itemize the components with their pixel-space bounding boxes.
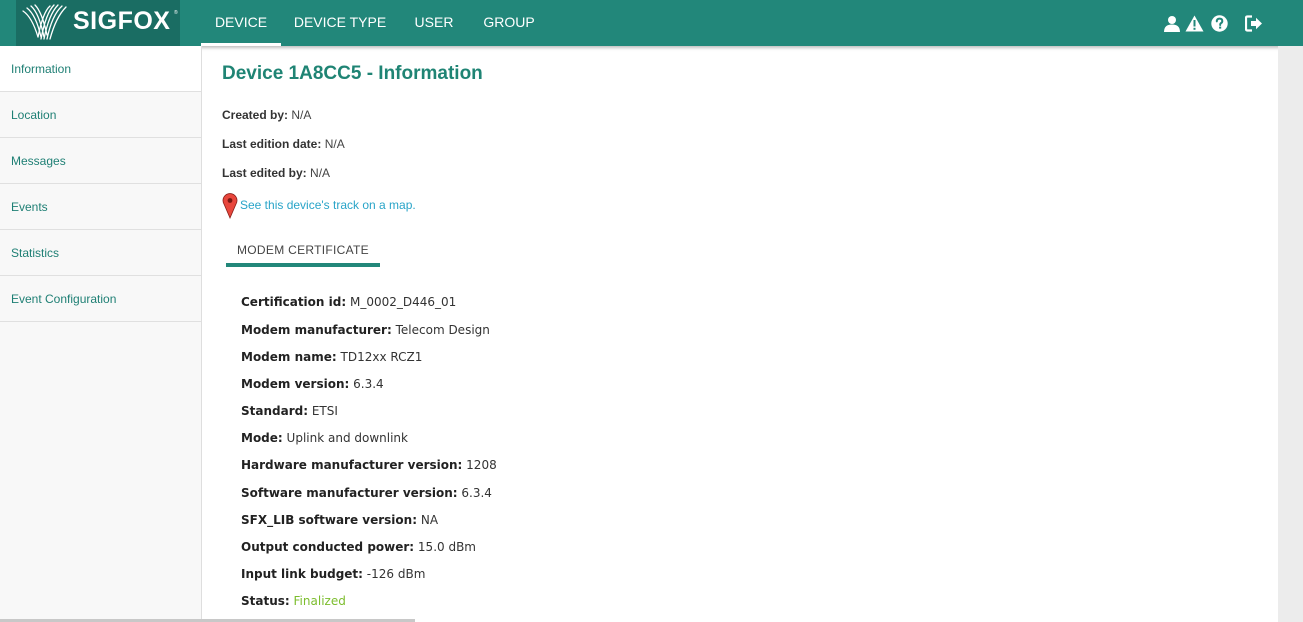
logout-icon[interactable] bbox=[1245, 15, 1263, 32]
cert-row: Standard: ETSI bbox=[241, 404, 338, 418]
cert-value: TD12xx RCZ1 bbox=[340, 350, 423, 364]
meta-value: N/A bbox=[324, 137, 345, 151]
cert-row: Modem name: TD12xx RCZ1 bbox=[241, 350, 422, 364]
meta-value: N/A bbox=[310, 166, 331, 180]
nav-tab-device-type[interactable]: DEVICE TYPE bbox=[288, 0, 392, 46]
sigfox-logo[interactable]: SIGFOX ® bbox=[16, 0, 180, 46]
meta-value: N/A bbox=[291, 108, 312, 122]
cert-label: Modem version: bbox=[241, 377, 350, 391]
sidebar: Information Location Messages Events Sta… bbox=[0, 46, 202, 622]
meta-last-edition-date: Last edition date: N/A bbox=[222, 137, 345, 151]
meta-label: Last edited by: bbox=[222, 166, 307, 180]
cert-row: Modem manufacturer: Telecom Design bbox=[241, 323, 490, 337]
meta-label: Created by: bbox=[222, 108, 289, 122]
nav-tab-group[interactable]: GROUP bbox=[478, 0, 540, 46]
cert-value: -126 dBm bbox=[366, 567, 426, 581]
nav-tab-user[interactable]: USER bbox=[410, 0, 458, 46]
cert-value: Uplink and downlink bbox=[286, 431, 408, 445]
cert-label: Certification id: bbox=[241, 295, 347, 309]
cert-label: Standard: bbox=[241, 404, 309, 418]
page-gutter bbox=[1278, 46, 1303, 622]
cert-value: 6.3.4 bbox=[353, 377, 384, 391]
status-value: Finalized bbox=[293, 594, 346, 608]
cert-label: Input link budget: bbox=[241, 567, 363, 581]
top-navigation-bar: SIGFOX ® DEVICE DEVICE TYPE USER GROUP bbox=[0, 0, 1303, 46]
cert-value: 15.0 dBm bbox=[417, 540, 476, 554]
cert-value: NA bbox=[420, 513, 439, 527]
cert-label: Status: bbox=[241, 594, 290, 608]
cert-row: Software manufacturer version: 6.3.4 bbox=[241, 486, 492, 500]
warning-icon[interactable] bbox=[1185, 15, 1204, 32]
cert-value: ETSI bbox=[311, 404, 338, 418]
meta-created-by: Created by: N/A bbox=[222, 108, 311, 122]
map-link-row[interactable]: See this device's track on a map. bbox=[222, 193, 416, 224]
cert-label: Modem manufacturer: bbox=[241, 323, 392, 337]
cert-value: M_0002_D446_01 bbox=[349, 295, 457, 309]
cert-row: Modem version: 6.3.4 bbox=[241, 377, 384, 391]
logo-trademark: ® bbox=[174, 10, 178, 16]
nav-tab-device[interactable]: DEVICE bbox=[201, 0, 281, 46]
sidebar-item-event-configuration[interactable]: Event Configuration bbox=[0, 276, 201, 322]
map-track-link[interactable]: See this device's track on a map. bbox=[240, 198, 416, 212]
logo-text: SIGFOX bbox=[73, 7, 171, 35]
sidebar-item-location[interactable]: Location bbox=[0, 92, 201, 138]
map-pin-icon[interactable] bbox=[222, 193, 238, 220]
user-icon[interactable] bbox=[1164, 15, 1180, 32]
cert-label: SFX_LIB software version: bbox=[241, 513, 418, 527]
help-icon[interactable] bbox=[1211, 15, 1228, 32]
cert-value: Telecom Design bbox=[395, 323, 490, 337]
sidebar-item-statistics[interactable]: Statistics bbox=[0, 230, 201, 276]
tab-modem-certificate[interactable]: MODEM CERTIFICATE bbox=[226, 240, 380, 267]
sidebar-item-messages[interactable]: Messages bbox=[0, 138, 201, 184]
meta-label: Last edition date: bbox=[222, 137, 322, 151]
page-title: Device 1A8CC5 - Information bbox=[222, 63, 483, 84]
cert-label: Software manufacturer version: bbox=[241, 486, 458, 500]
cert-row: Input link budget: -126 dBm bbox=[241, 567, 425, 581]
cert-label: Modem name: bbox=[241, 350, 337, 364]
cert-row-status: Status: Finalized bbox=[241, 594, 346, 608]
meta-last-edited-by: Last edited by: N/A bbox=[222, 166, 330, 180]
sidebar-item-information[interactable]: Information bbox=[0, 46, 201, 92]
cert-row: SFX_LIB software version: NA bbox=[241, 513, 438, 527]
cert-label: Mode: bbox=[241, 431, 283, 445]
cert-label: Hardware manufacturer version: bbox=[241, 458, 463, 472]
logo-mark-icon bbox=[22, 4, 67, 40]
cert-value: 6.3.4 bbox=[461, 486, 492, 500]
cert-row: Certification id: M_0002_D446_01 bbox=[241, 295, 456, 309]
cert-label: Output conducted power: bbox=[241, 540, 415, 554]
sidebar-item-events[interactable]: Events bbox=[0, 184, 201, 230]
cert-row: Mode: Uplink and downlink bbox=[241, 431, 408, 445]
cert-value: 1208 bbox=[466, 458, 497, 472]
cert-row: Hardware manufacturer version: 1208 bbox=[241, 458, 497, 472]
cert-row: Output conducted power: 15.0 dBm bbox=[241, 540, 476, 554]
